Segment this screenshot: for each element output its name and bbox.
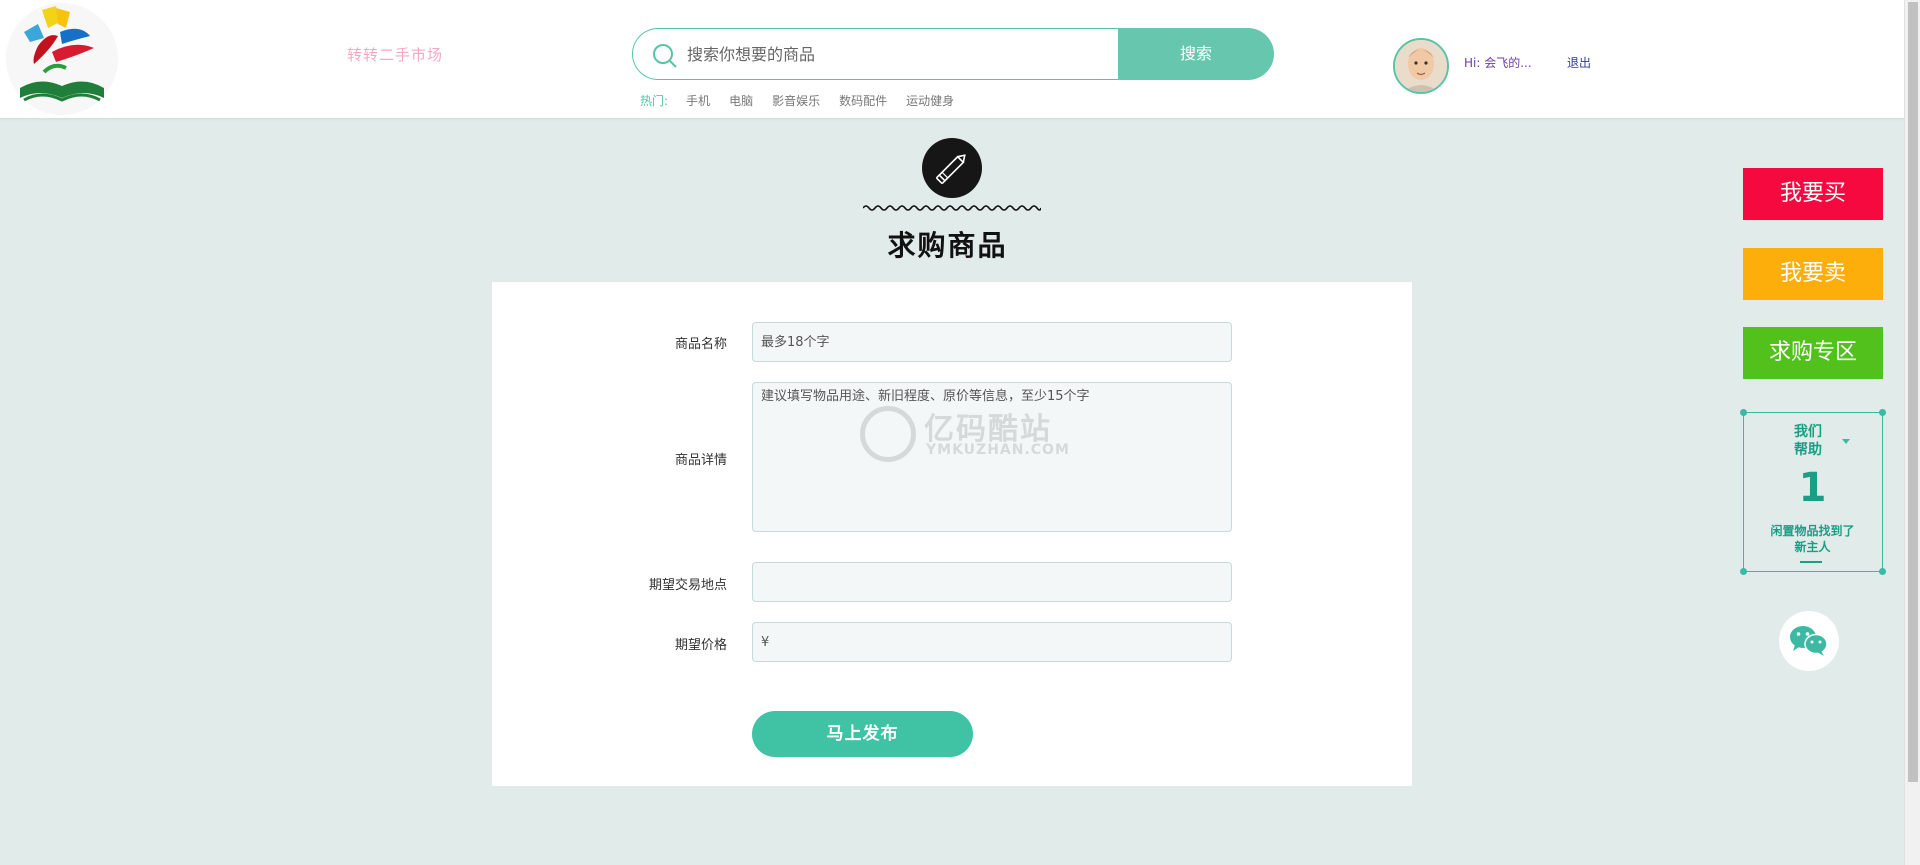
corner-dot [1879,568,1886,575]
search-box [632,28,1120,80]
user-greeting[interactable]: Hi: 会飞的... [1464,54,1532,71]
corner-dot [1879,409,1886,416]
site-title[interactable]: 转转二手市场 [347,44,443,65]
hot-link-phone[interactable]: 手机 [686,92,710,109]
help-description: 闲置物品找到了 新主人 [1744,523,1881,555]
price-field[interactable] [752,622,1232,662]
user-avatar[interactable] [1393,38,1449,94]
caret-down-icon [1842,439,1850,444]
want-zone-button[interactable]: 求购专区 [1743,327,1883,379]
sell-button[interactable]: 我要卖 [1743,248,1883,300]
help-heading-line2: 帮助 [1794,442,1822,458]
buy-button[interactable]: 我要买 [1743,168,1883,220]
corner-dot [1740,409,1747,416]
hot-search-row: 热门: 手机 电脑 影音娱乐 数码配件 运动健身 [640,92,973,109]
watermark: 亿码酷站 YMKUZHAN.COM [860,404,1069,464]
name-label: 商品名称 [674,337,727,352]
hot-link-entertainment[interactable]: 影音娱乐 [772,92,820,109]
help-heading: 我们 帮助 [1794,423,1822,459]
hot-label: 热门: [640,94,669,108]
wave-divider [863,205,1041,211]
search-button[interactable]: 搜索 [1118,28,1274,80]
price-label: 期望价格 [674,638,727,653]
watermark-logo-icon [860,406,916,462]
logout-link[interactable]: 退出 [1567,54,1591,71]
page-scrollbar[interactable] [1904,0,1920,865]
help-count: 1 [1798,465,1827,511]
hot-link-sports[interactable]: 运动健身 [906,92,954,109]
help-underline [1800,561,1822,563]
wechat-icon[interactable] [1779,611,1839,671]
location-field[interactable] [752,562,1232,602]
location-label: 期望交易地点 [648,578,727,593]
header: 转转二手市场 搜索 热门: 手机 电脑 影音娱乐 数码配件 运动健身 Hi: 会… [0,0,1904,118]
hot-link-computer[interactable]: 电脑 [729,92,753,109]
site-logo[interactable] [4,2,120,116]
help-desc-line1: 闲置物品找到了 [1770,524,1855,538]
help-stats-box: 我们 帮助 1 闲置物品找到了 新主人 [1740,409,1886,575]
search-icon [653,44,677,68]
help-heading-line1: 我们 [1794,424,1822,440]
search-input[interactable] [687,37,1107,71]
name-field[interactable] [752,322,1232,362]
hot-link-accessories[interactable]: 数码配件 [839,92,887,109]
help-desc-line2: 新主人 [1794,540,1831,554]
page-title: 求购商品 [887,229,1008,262]
watermark-subtext: YMKUZHAN.COM [926,442,1070,458]
detail-label: 商品详情 [674,453,727,468]
publish-button[interactable]: 马上发布 [752,711,973,757]
scrollbar-thumb[interactable] [1908,2,1918,782]
pencil-icon [922,138,982,198]
corner-dot [1740,568,1747,575]
